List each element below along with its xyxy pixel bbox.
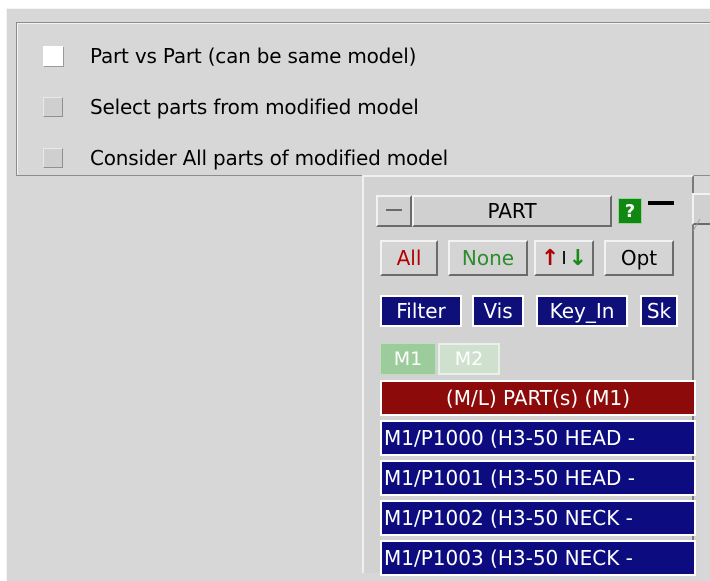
sort-button[interactable]: ↑ I ↓	[534, 240, 594, 276]
tab-model-m2[interactable]: M2	[438, 343, 500, 375]
select-modified-checkbox[interactable]	[43, 97, 63, 117]
option-label: Part vs Part (can be same model)	[90, 44, 417, 68]
key-in-button[interactable]: Key_In	[536, 295, 628, 327]
window-menu-button[interactable]	[376, 195, 412, 227]
part-vs-part-checkbox[interactable]	[43, 46, 63, 66]
option-consider-all[interactable]: Consider All parts of modified model	[43, 145, 448, 171]
arrow-up-icon: ↑	[540, 245, 560, 271]
list-header[interactable]: (M/L) PART(s) (M1)	[380, 380, 696, 416]
help-button[interactable]: ?	[618, 198, 642, 224]
part-window-frame: PART ? All None ↑ I ↓ Opt Filter Vis Key…	[362, 175, 696, 576]
sort-separator: I	[561, 247, 567, 269]
options-group: Part vs Part (can be same model) Select …	[16, 22, 710, 176]
option-label: Select parts from modified model	[90, 95, 419, 119]
window-title[interactable]: PART	[412, 195, 612, 227]
list-item[interactable]: M1/P1000 (H3-50 HEAD -	[380, 420, 696, 456]
option-part-vs-part[interactable]: Part vs Part (can be same model)	[43, 43, 416, 69]
consider-all-checkbox[interactable]	[43, 148, 63, 168]
vis-button[interactable]: Vis	[472, 295, 524, 327]
minimize-icon[interactable]	[648, 201, 674, 205]
sketch-button[interactable]: Sk	[640, 295, 678, 327]
arrow-down-icon: ↓	[568, 245, 588, 271]
tab-model-m1[interactable]: M1	[380, 343, 436, 375]
list-item[interactable]: M1/P1001 (H3-50 HEAD -	[380, 460, 696, 496]
options-button[interactable]: Opt	[604, 240, 674, 276]
window-title-text: PART	[487, 199, 537, 223]
option-select-modified[interactable]: Select parts from modified model	[43, 94, 419, 120]
list-item[interactable]: M1/P1002 (H3-50 NECK -	[380, 500, 696, 536]
select-none-button[interactable]: None	[448, 240, 528, 276]
part-selection-window: PART ? All None ↑ I ↓ Opt Filter Vis Key…	[362, 175, 710, 576]
select-all-button[interactable]: All	[380, 240, 438, 276]
part-list: (M/L) PART(s) (M1) M1/P1000 (H3-50 HEAD …	[380, 380, 696, 580]
list-item[interactable]: M1/P1003 (H3-50 NECK -	[380, 540, 696, 576]
filter-button[interactable]: Filter	[380, 295, 462, 327]
option-label: Consider All parts of modified model	[90, 146, 449, 170]
